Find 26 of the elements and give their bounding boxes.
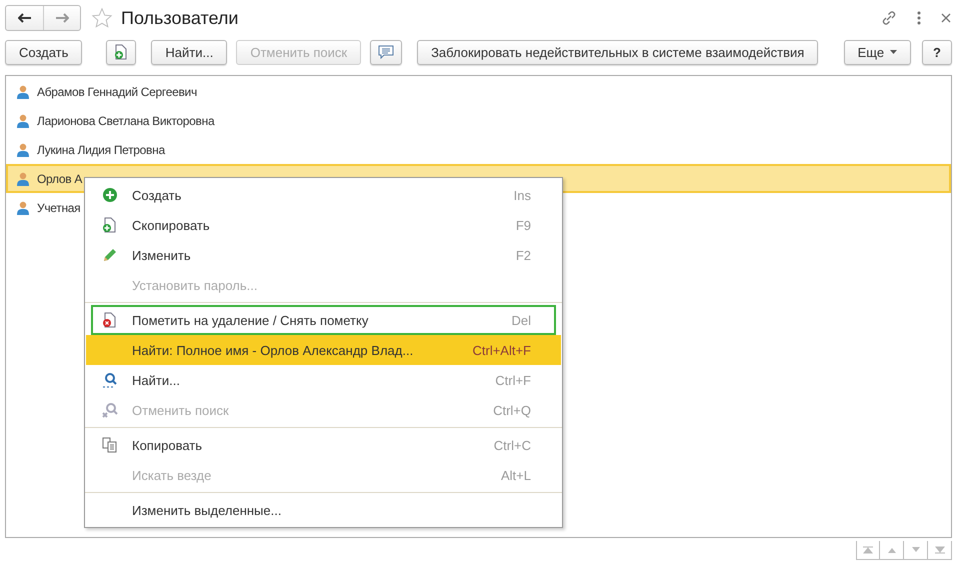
- menu-item-label: Создать: [132, 188, 182, 202]
- menu-item-label: Найти...: [132, 372, 181, 388]
- user-name: Абрамов Геннадий Сергеевич: [37, 84, 197, 98]
- window-title: Пользователи: [121, 8, 238, 28]
- user-name: Орлов А: [37, 172, 82, 186]
- menu-item-label: Изменить: [132, 248, 192, 262]
- user-name: Лукина Лидия Петровна: [37, 142, 165, 156]
- shortcut-label: Del: [511, 312, 531, 328]
- user-name: Ларионова Светлана Викторовна: [37, 114, 214, 128]
- shortcut-label: Ctrl+Q: [493, 402, 531, 418]
- menu-item-label: Копировать: [132, 438, 203, 452]
- shortcut-label: Ctrl+Alt+F: [472, 342, 531, 358]
- menu-item-label: Найти: Полное имя - Орлов Александр Влад...: [132, 342, 414, 358]
- shortcut-label: Ins: [514, 188, 531, 202]
- menu-item-label: Установить пароль...: [132, 278, 258, 292]
- menu-item-label: Искать везде: [132, 468, 212, 482]
- shortcut-label: Ctrl+C: [494, 438, 531, 452]
- menu-item-label: Пометить на удаление / Снять пометку: [132, 312, 370, 328]
- shortcut-label: F2: [516, 248, 531, 262]
- shortcut-label: Ctrl+F: [495, 372, 531, 388]
- shortcut-label: Alt+L: [501, 468, 531, 482]
- menu-item-label: Отменить поиск: [132, 402, 230, 418]
- menu-item-label: Изменить выделенные...: [132, 502, 282, 518]
- menu-item-label: Скопировать: [132, 218, 211, 232]
- shortcut-label: F9: [516, 218, 531, 232]
- user-name: Учетная: [37, 200, 80, 214]
